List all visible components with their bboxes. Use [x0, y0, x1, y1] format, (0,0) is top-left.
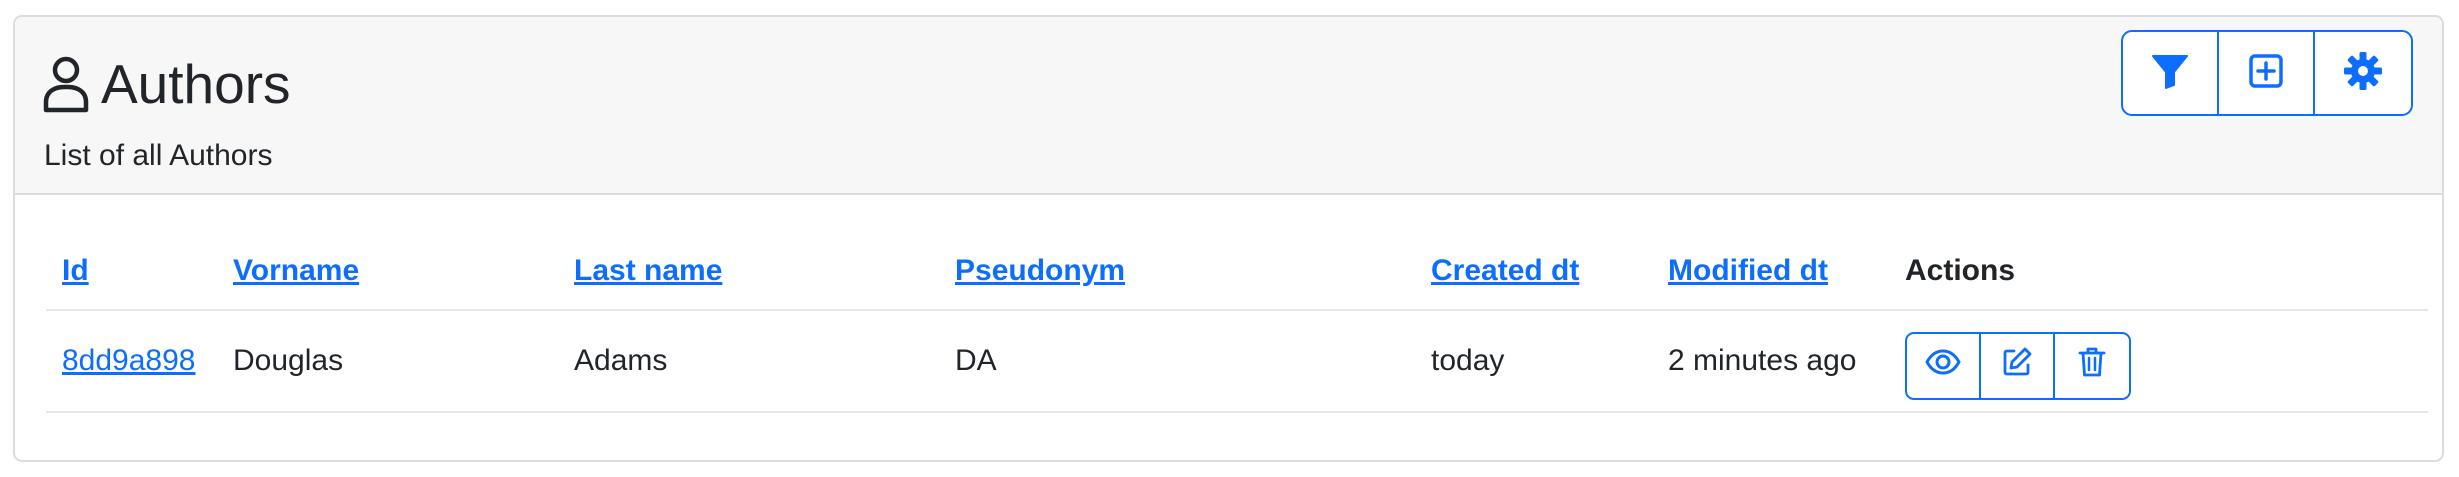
edit-button[interactable] — [1981, 334, 2055, 398]
sort-last-name-link[interactable]: Last name — [574, 254, 722, 287]
page-title: Authors — [101, 52, 291, 115]
delete-button[interactable] — [2055, 334, 2129, 398]
trash-icon — [2078, 346, 2106, 386]
row-id-link[interactable]: 8dd9a898 — [62, 344, 195, 377]
card-header: Authors List of all Authors — [15, 17, 2442, 195]
pencil-icon — [2001, 346, 2033, 386]
add-button[interactable] — [2219, 32, 2315, 114]
page-title-row: Authors — [41, 34, 291, 134]
plus-square-icon — [2248, 53, 2284, 94]
cell-vorname: Douglas — [217, 310, 558, 413]
column-header-pseudonym: Pseudonym — [939, 233, 1415, 311]
column-header-modified-dt: Modified dt — [1652, 233, 1889, 311]
sort-created-dt-link[interactable]: Created dt — [1431, 254, 1579, 287]
authors-card: Authors List of all Authors Id Vorname L… — [13, 15, 2444, 462]
settings-button[interactable] — [2315, 32, 2411, 114]
eye-icon — [1925, 349, 1961, 383]
column-header-id: Id — [46, 233, 217, 311]
column-header-last-name: Last name — [558, 233, 939, 311]
column-header-vorname: Vorname — [217, 233, 558, 311]
filter-icon — [2151, 52, 2189, 95]
cell-id: 8dd9a898 — [46, 310, 217, 413]
authors-table: Id Vorname Last name Pseudonym Created d… — [46, 233, 2428, 413]
table-header-row: Id Vorname Last name Pseudonym Created d… — [46, 233, 2428, 311]
sort-id-link[interactable]: Id — [62, 254, 89, 287]
page-subtitle: List of all Authors — [44, 139, 273, 172]
view-button[interactable] — [1907, 334, 1981, 398]
cell-last-name: Adams — [558, 310, 939, 413]
toolbar-button-group — [2121, 30, 2413, 116]
table-row: 8dd9a898 Douglas Adams DA today 2 minute… — [46, 310, 2428, 413]
person-icon — [41, 53, 91, 115]
filter-button[interactable] — [2123, 32, 2219, 114]
sort-pseudonym-link[interactable]: Pseudonym — [955, 254, 1125, 287]
sort-modified-dt-link[interactable]: Modified dt — [1668, 254, 1828, 287]
cell-actions — [1889, 310, 2428, 413]
row-action-group — [1905, 332, 2131, 400]
cell-modified-dt: 2 minutes ago — [1652, 310, 1889, 413]
column-header-actions: Actions — [1889, 233, 2428, 311]
column-header-created-dt: Created dt — [1415, 233, 1652, 311]
cell-created-dt: today — [1415, 310, 1652, 413]
gear-icon — [2343, 51, 2383, 96]
cell-pseudonym: DA — [939, 310, 1415, 413]
sort-vorname-link[interactable]: Vorname — [233, 254, 359, 287]
